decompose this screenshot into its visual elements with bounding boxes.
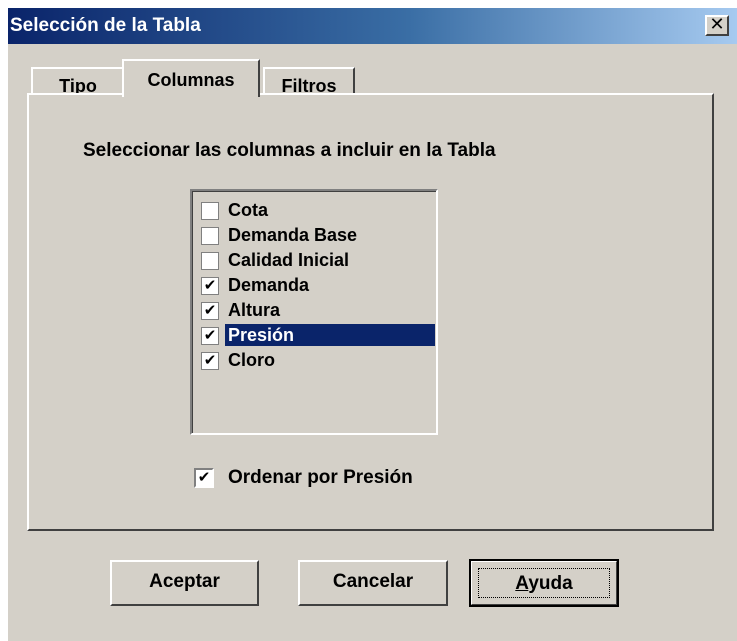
sort-option[interactable]: ✔ Ordenar por Presión bbox=[194, 464, 494, 494]
title-bar: Selección de la Tabla ✕ bbox=[8, 8, 737, 44]
sort-label: Ordenar por Presión bbox=[228, 467, 413, 488]
columns-listbox[interactable]: Cota Demanda Base Calidad Inicial ✔ Dema… bbox=[190, 189, 438, 435]
column-checkbox[interactable] bbox=[201, 252, 219, 270]
list-item-demanda-base[interactable]: Demanda Base bbox=[197, 223, 435, 248]
column-label: Altura bbox=[228, 300, 281, 320]
column-label: Cloro bbox=[228, 350, 275, 370]
column-checkbox[interactable]: ✔ bbox=[201, 277, 219, 295]
help-accelerator: A bbox=[515, 573, 529, 594]
help-button[interactable]: Ayuda bbox=[469, 559, 619, 607]
sort-checkbox[interactable]: ✔ bbox=[194, 468, 214, 488]
column-checkbox[interactable]: ✔ bbox=[201, 352, 219, 370]
accept-button[interactable]: Aceptar bbox=[110, 560, 259, 606]
close-button[interactable]: ✕ bbox=[705, 15, 729, 36]
cancel-button[interactable]: Cancelar bbox=[298, 560, 448, 606]
focus-rect: Ayuda bbox=[478, 568, 610, 598]
list-item-calidad-inicial[interactable]: Calidad Inicial bbox=[197, 248, 435, 273]
column-checkbox[interactable]: ✔ bbox=[201, 302, 219, 320]
help-label: yuda bbox=[528, 573, 573, 594]
list-item-presion[interactable]: ✔ Presión bbox=[197, 323, 435, 348]
column-label: Calidad Inicial bbox=[228, 250, 350, 270]
column-checkbox[interactable]: ✔ bbox=[201, 327, 219, 345]
column-checkbox[interactable] bbox=[201, 227, 219, 245]
window-title: Selección de la Tabla bbox=[10, 15, 201, 36]
column-label: Cota bbox=[228, 200, 268, 220]
list-item-cota[interactable]: Cota bbox=[197, 198, 435, 223]
tab-tipo[interactable]: Tipo bbox=[31, 67, 125, 96]
instruction-label: Seleccionar las columnas a incluir en la… bbox=[83, 140, 496, 161]
list-item-cloro[interactable]: ✔ Cloro bbox=[197, 348, 435, 373]
list-item-altura[interactable]: ✔ Altura bbox=[197, 298, 435, 323]
column-label: Demanda Base bbox=[228, 225, 358, 245]
tab-columnas[interactable]: Columnas bbox=[122, 59, 260, 97]
column-label: Presión bbox=[225, 324, 435, 346]
column-checkbox[interactable] bbox=[201, 202, 219, 220]
column-label: Demanda bbox=[228, 275, 310, 295]
tab-label: Columnas bbox=[147, 70, 235, 90]
close-icon: ✕ bbox=[709, 14, 725, 34]
tab-filtros[interactable]: Filtros bbox=[263, 67, 355, 96]
list-item-demanda[interactable]: ✔ Demanda bbox=[197, 273, 435, 298]
